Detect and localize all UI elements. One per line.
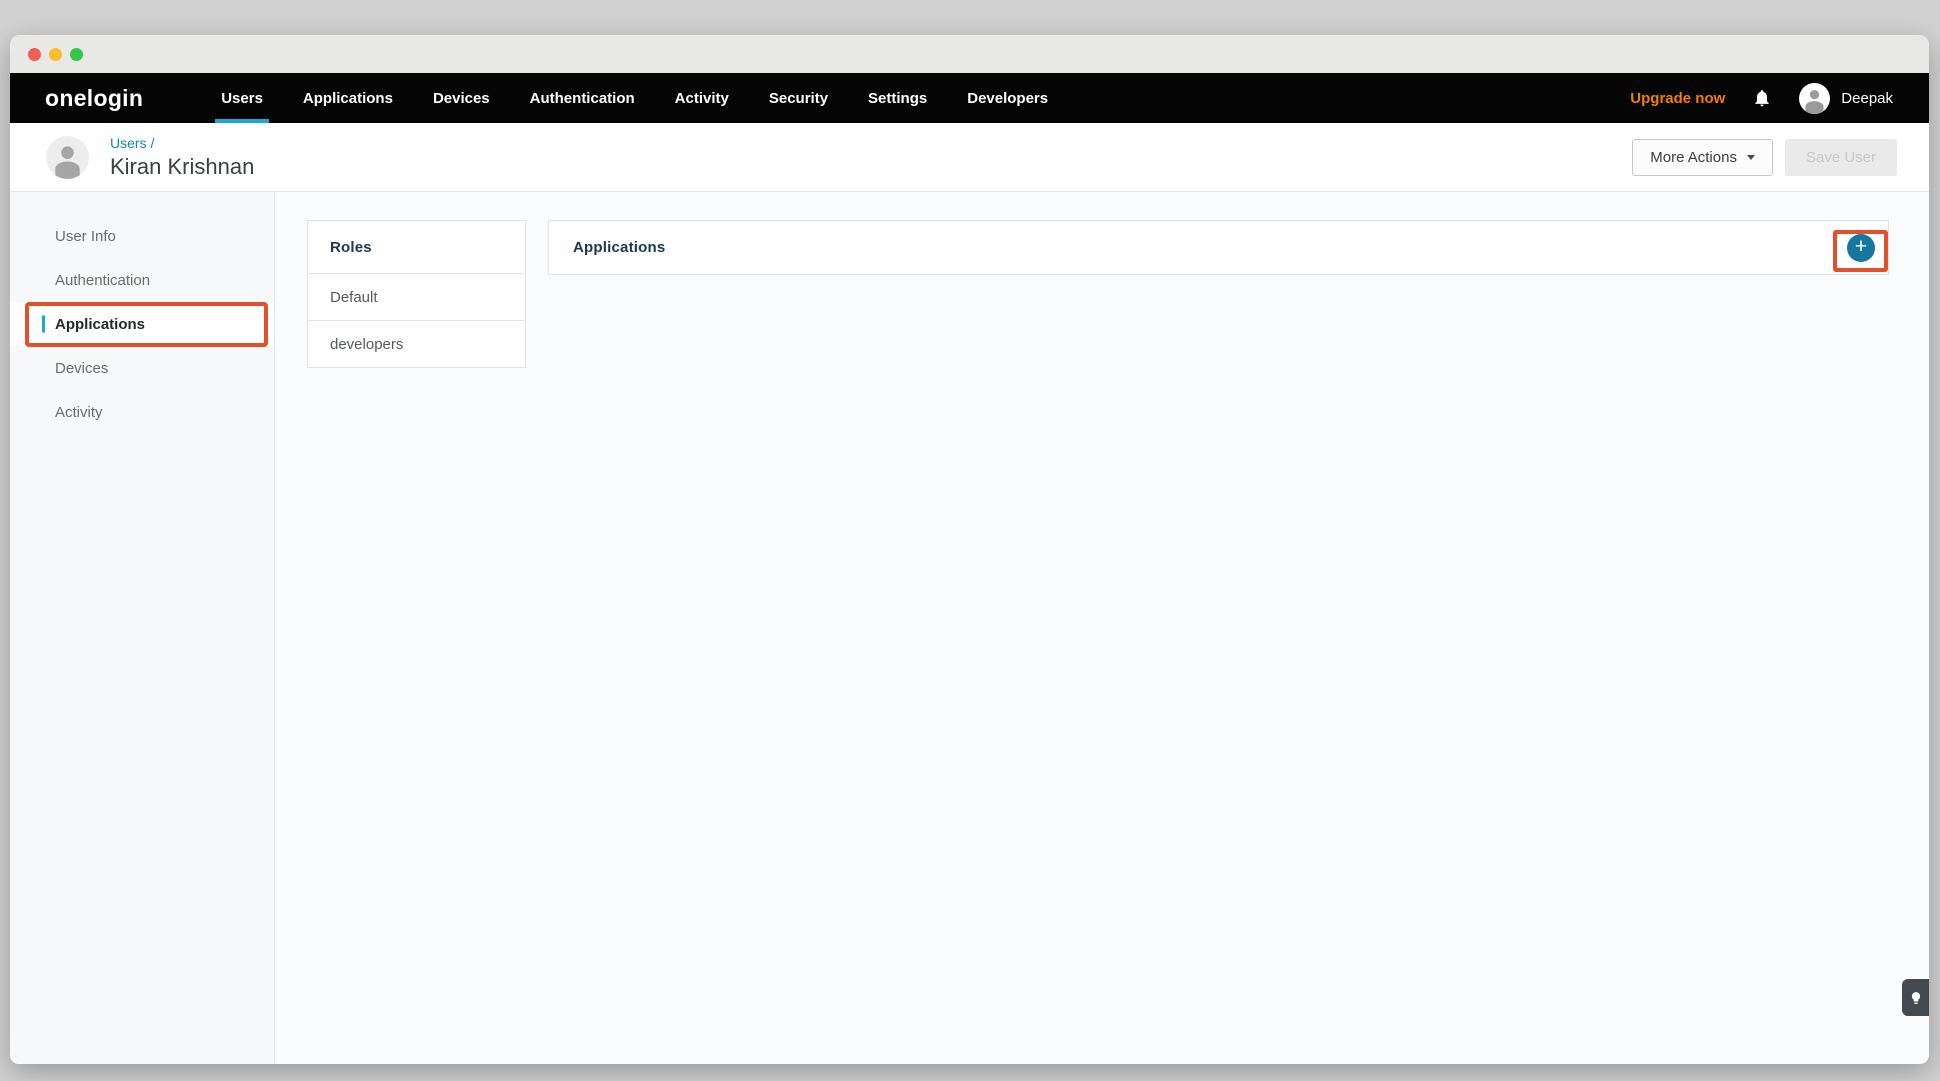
nav-tab-security[interactable]: Security [749,73,848,123]
sidebar-item-authentication[interactable]: Authentication [10,258,274,302]
current-user-menu[interactable]: Deepak [1799,83,1893,114]
zoom-window-button[interactable] [70,48,83,61]
header-actions: More Actions Save User [1632,139,1897,176]
main-content: Roles Default developers Applications + [275,192,1929,1064]
nav-tab-developers[interactable]: Developers [947,73,1068,123]
nav-tab-authentication[interactable]: Authentication [510,73,655,123]
app-window: onelogin Users Applications Devices Auth… [10,35,1929,1064]
lightbulb-icon [1909,991,1923,1005]
current-user-name: Deepak [1841,90,1893,107]
roles-panel: Roles Default developers [307,220,526,368]
applications-panel: Applications + [548,220,1889,275]
role-row-default[interactable]: Default [308,273,525,320]
more-actions-button[interactable]: More Actions [1632,139,1773,176]
minimize-window-button[interactable] [49,48,62,61]
nav-tab-settings[interactable]: Settings [848,73,947,123]
page-title: Kiran Krishnan [110,154,254,180]
nav-tab-devices[interactable]: Devices [413,73,510,123]
breadcrumb[interactable]: Users / [110,135,254,151]
more-actions-label: More Actions [1650,149,1737,166]
add-application-button[interactable]: + [1847,234,1875,262]
onelogin-logo[interactable]: onelogin [45,85,143,112]
sidebar-item-activity[interactable]: Activity [10,390,274,434]
close-window-button[interactable] [28,48,41,61]
sidebar-item-applications[interactable]: Applications [10,302,274,346]
applications-panel-title: Applications [573,239,665,256]
title-block: Users / Kiran Krishnan [110,135,254,180]
role-row-developers[interactable]: developers [308,320,525,367]
sidebar-item-user-info[interactable]: User Info [10,214,274,258]
chevron-down-icon [1747,155,1755,160]
mac-titlebar [10,35,1929,73]
sidebar-item-label: Applications [55,316,145,333]
upgrade-now-link[interactable]: Upgrade now [1630,90,1725,107]
sidebar-item-devices[interactable]: Devices [10,346,274,390]
profile-avatar [46,136,89,179]
nav-tab-applications[interactable]: Applications [283,73,413,123]
top-navigation: onelogin Users Applications Devices Auth… [10,73,1929,123]
active-accent-bar [42,316,45,333]
nav-tabs: Users Applications Devices Authenticatio… [201,73,1068,123]
save-user-button[interactable]: Save User [1785,139,1897,176]
user-section-sidebar: User Info Authentication Applications De… [10,192,275,1064]
user-avatar [1799,83,1830,114]
nav-right-cluster: Upgrade now Deepak [1630,83,1893,114]
nav-tab-users[interactable]: Users [201,73,283,123]
roles-panel-title: Roles [308,221,525,273]
notifications-bell-icon[interactable] [1752,88,1772,108]
body-area: User Info Authentication Applications De… [10,192,1929,1064]
nav-tab-activity[interactable]: Activity [655,73,749,123]
feedback-lightbulb-tab[interactable] [1902,979,1929,1016]
page-header: Users / Kiran Krishnan More Actions Save… [10,123,1929,192]
